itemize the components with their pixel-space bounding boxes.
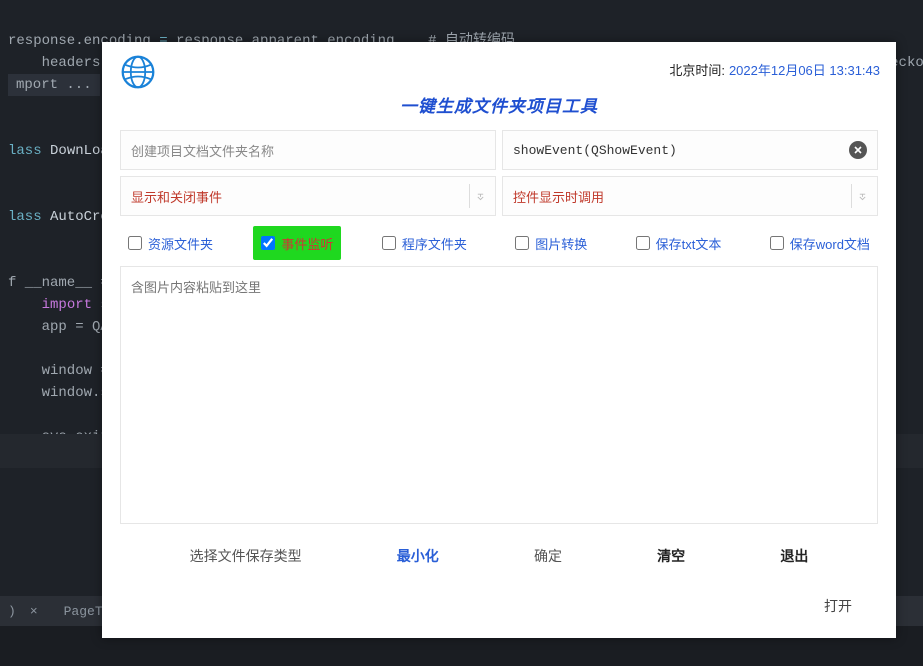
ok-button[interactable]: 确定 [526, 542, 570, 570]
clock: 北京时间: 2022年12月06日 13:31:43 [669, 60, 880, 79]
chk-word-box[interactable] [770, 236, 784, 250]
chevron-down-icon [469, 184, 485, 208]
chk-save-word[interactable]: 保存word文档 [762, 226, 878, 260]
event-name-field[interactable] [502, 130, 878, 170]
chk-event-box[interactable] [261, 236, 275, 250]
content-textarea-wrap [120, 266, 878, 524]
chk-resource[interactable]: 资源文件夹 [120, 226, 221, 260]
chk-save-txt[interactable]: 保存txt文本 [628, 226, 730, 260]
clock-time: 2022年12月06日 13:31:43 [729, 60, 880, 79]
event-name-input[interactable] [513, 143, 849, 158]
chk-program-label: 程序文件夹 [402, 234, 467, 253]
event-type-select[interactable]: 显示和关闭事件 [120, 176, 496, 216]
tab-close-icon[interactable]: × [28, 604, 40, 619]
chk-resource-label: 资源文件夹 [148, 234, 213, 253]
checkbox-row: 资源文件夹 事件监听 程序文件夹 图片转换 保存txt文本 保存word文档 [102, 216, 896, 266]
chk-event-listen[interactable]: 事件监听 [253, 226, 341, 260]
widget-call-select[interactable]: 控件显示时调用 [502, 176, 878, 216]
chk-program[interactable]: 程序文件夹 [374, 226, 475, 260]
event-type-value: 显示和关闭事件 [131, 187, 463, 206]
chk-event-label: 事件监听 [281, 234, 333, 253]
project-name-placeholder: 创建项目文档文件夹名称 [131, 141, 274, 160]
project-name-field[interactable]: 创建项目文档文件夹名称 [120, 130, 496, 170]
chk-image-box[interactable] [515, 236, 529, 250]
clear-button[interactable]: 清空 [649, 542, 693, 570]
minimize-button[interactable]: 最小化 [389, 542, 447, 570]
open-button[interactable]: 打开 [816, 592, 860, 620]
folder-tool-dialog: 北京时间: 2022年12月06日 13:31:43 一键生成文件夹项目工具 创… [102, 42, 896, 638]
exit-button[interactable]: 退出 [772, 542, 816, 570]
chk-resource-box[interactable] [128, 236, 142, 250]
chk-txt-box[interactable] [636, 236, 650, 250]
chk-image[interactable]: 图片转换 [507, 226, 595, 260]
chevron-down-icon [851, 184, 867, 208]
clock-label: 北京时间: [669, 60, 725, 79]
select-save-type-label: 选择文件保存类型 [182, 542, 310, 570]
globe-icon [120, 54, 156, 90]
chk-word-label: 保存word文档 [790, 234, 870, 253]
clear-icon[interactable] [849, 141, 867, 159]
chk-program-box[interactable] [382, 236, 396, 250]
button-row: 选择文件保存类型 最小化 确定 清空 退出 [102, 524, 896, 578]
widget-call-value: 控件显示时调用 [513, 187, 845, 206]
dialog-title: 一键生成文件夹项目工具 [400, 92, 598, 117]
tab-paren: ) [4, 604, 20, 619]
open-row: 打开 [102, 578, 896, 638]
content-textarea[interactable] [121, 267, 877, 523]
chk-image-label: 图片转换 [535, 234, 587, 253]
chk-txt-label: 保存txt文本 [656, 234, 722, 253]
